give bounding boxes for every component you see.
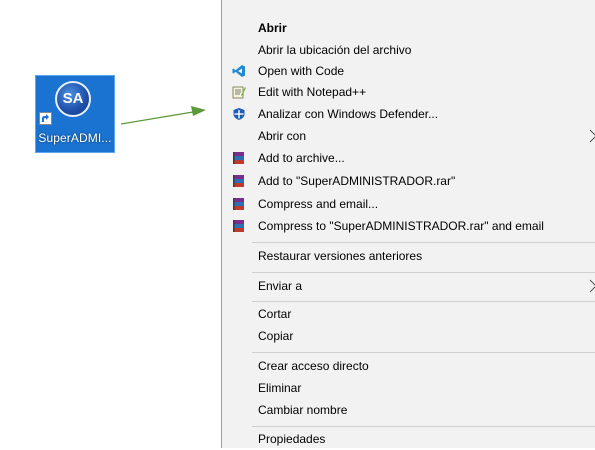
menu-item-label: Open with Code [258,64,345,78]
context-menu: Abrir Abrir la ubicación del archivo Ope… [221,0,595,448]
menu-item-label: Cortar [258,307,292,321]
menu-separator [252,272,595,273]
menu-item-label: Restaurar versiones anteriores [258,249,423,263]
menu-item-label: Propiedades [258,432,326,446]
vscode-icon [232,65,245,77]
menu-separator [252,426,595,427]
menu-item-label: Compress and email... [258,197,379,211]
menu-item-label: Abrir la ubicación del archivo [258,43,412,57]
menu-item-label: Abrir con [258,129,307,143]
menu-item-label: Compress to "SuperADMINISTRADOR.rar" and… [258,219,544,233]
menu-item-label: Add to archive... [258,151,345,165]
menu-item-label: Copiar [258,329,294,343]
menu-separator [252,301,595,302]
menu-item-cortar[interactable]: Cortar [222,303,595,325]
menu-item-edit-notepadpp[interactable]: Edit with Notepad++ [222,81,595,103]
menu-item-label: Cambiar nombre [258,403,348,417]
winrar-icon [233,220,244,232]
menu-item-label: Enviar a [258,279,303,293]
winrar-icon [233,198,244,210]
windows-defender-icon [233,108,245,120]
menu-item-compress-email[interactable]: Compress and email... [222,193,595,215]
notepadplusplus-icon [232,86,246,99]
menu-item-label: Abrir [258,21,287,35]
menu-item-add-to-rar[interactable]: Add to "SuperADMINISTRADOR.rar" [222,170,595,192]
chevron-right-icon [589,129,595,143]
menu-separator [252,242,595,243]
menu-item-label: Eliminar [258,381,302,395]
menu-item-label: Analizar con Windows Defender... [258,107,439,121]
menu-item-cambiar-nombre[interactable]: Cambiar nombre [222,399,595,421]
menu-item-crear-acceso-directo[interactable]: Crear acceso directo [222,355,595,377]
menu-item-label: Add to "SuperADMINISTRADOR.rar" [258,174,456,188]
menu-item-open-with-code[interactable]: Open with Code [222,60,595,82]
chevron-right-icon [589,279,595,293]
menu-item-propiedades[interactable]: Propiedades [222,428,595,450]
menu-item-add-to-archive[interactable]: Add to archive... [222,147,595,169]
menu-item-copiar[interactable]: Copiar [222,325,595,347]
menu-item-abrir[interactable]: Abrir [222,17,595,39]
menu-item-label: Crear acceso directo [258,359,369,373]
menu-item-restaurar-versiones[interactable]: Restaurar versiones anteriores [222,245,595,267]
menu-item-eliminar[interactable]: Eliminar [222,377,595,399]
winrar-icon [233,175,244,187]
menu-item-enviar-a[interactable]: Enviar a [222,275,595,297]
menu-item-abrir-ubicacion[interactable]: Abrir la ubicación del archivo [222,39,595,61]
menu-item-abrir-con[interactable]: Abrir con [222,125,595,147]
menu-item-compress-to-rar-email[interactable]: Compress to "SuperADMINISTRADOR.rar" and… [222,215,595,237]
menu-item-label: Edit with Notepad++ [258,85,367,99]
menu-item-analizar-defender[interactable]: Analizar con Windows Defender... [222,103,595,125]
annotation-arrow [120,106,206,125]
menu-separator [252,352,595,353]
winrar-icon [233,152,244,164]
